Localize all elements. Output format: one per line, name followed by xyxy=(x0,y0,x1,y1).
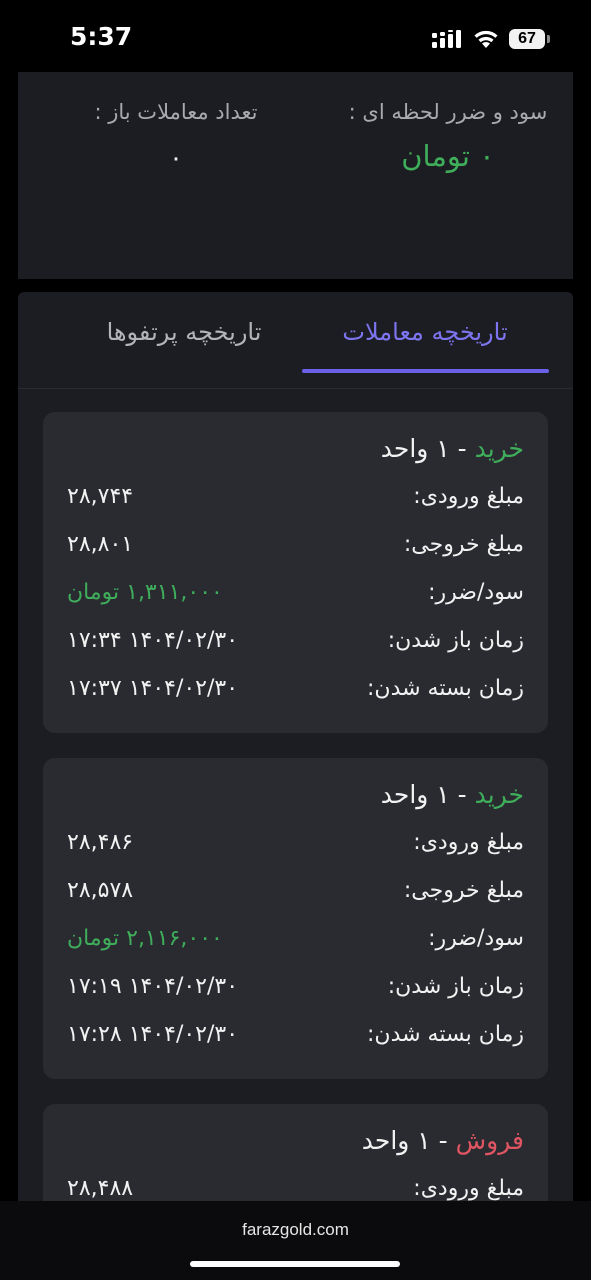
pnl-summary: سود و ضرر لحظه ای : ۰ تومان xyxy=(340,96,556,173)
home-indicator[interactable] xyxy=(190,1261,400,1267)
trade-quantity: - ۱ واحد xyxy=(361,1126,456,1155)
open-time-label: زمان باز شدن: xyxy=(387,974,524,999)
summary-card: سود و ضرر لحظه ای : ۰ تومان تعداد معاملا… xyxy=(18,72,573,279)
close-time-label: زمان بسته شدن: xyxy=(367,1022,524,1047)
battery-icon: 67 xyxy=(509,29,551,49)
exit-price-label: مبلغ خروجی: xyxy=(403,878,524,903)
trade-title: خرید - ۱ واحد xyxy=(381,780,524,809)
close-time-row: زمان بسته شدن: ۱۴۰۴/۰۲/۳۰ ۱۷:۲۸ xyxy=(67,1022,524,1058)
pnl-label: سود و ضرر لحظه ای : xyxy=(348,100,548,124)
trade-quantity: - ۱ واحد xyxy=(380,780,475,809)
entry-price-value: ۲۸,۴۸۶ xyxy=(67,830,134,855)
exit-price-value: ۲۸,۸۰۱ xyxy=(67,532,134,557)
entry-price-label: مبلغ ورودی: xyxy=(413,484,524,509)
exit-price-label: مبلغ خروجی: xyxy=(403,532,524,557)
profit-loss-row: سود/ضرر: ۱,۳۱۱,۰۰۰ تومان xyxy=(67,580,524,616)
url-text[interactable]: farazgold.com xyxy=(0,1220,591,1240)
tab-bar: تاریخچه معاملات تاریخچه پرتفوها xyxy=(18,292,573,389)
exit-price-row: مبلغ خروجی: ۲۸,۸۰۱ xyxy=(67,532,524,568)
trade-title: خرید - ۱ واحد xyxy=(381,434,524,463)
profit-loss-value: ۱,۳۱۱,۰۰۰ تومان xyxy=(67,580,223,605)
entry-price-row: مبلغ ورودی: ۲۸,۷۴۴ xyxy=(67,484,524,520)
pnl-value: ۰ تومان xyxy=(401,139,495,173)
close-time-label: زمان بسته شدن: xyxy=(367,676,524,701)
open-trades-value: ۰ xyxy=(169,143,183,172)
close-time-value: ۱۴۰۴/۰۲/۳۰ ۱۷:۲۸ xyxy=(67,1022,239,1047)
tab-trade-history[interactable]: تاریخچه معاملات xyxy=(302,318,548,346)
trade-card[interactable]: خرید - ۱ واحد مبلغ ورودی: ۲۸,۴۸۶ مبلغ خر… xyxy=(43,758,548,1079)
open-time-value: ۱۴۰۴/۰۲/۳۰ ۱۷:۳۴ xyxy=(67,628,239,653)
exit-price-row: مبلغ خروجی: ۲۸,۵۷۸ xyxy=(67,878,524,914)
close-time-row: زمان بسته شدن: ۱۴۰۴/۰۲/۳۰ ۱۷:۳۷ xyxy=(67,676,524,712)
profit-loss-label: سود/ضرر: xyxy=(428,926,524,951)
cellular-signal-icon xyxy=(432,30,461,48)
trade-side: فروش xyxy=(455,1126,524,1155)
browser-url-bar[interactable]: farazgold.com xyxy=(0,1201,591,1280)
profit-loss-value: ۲,۱۱۶,۰۰۰ تومان xyxy=(67,926,223,951)
entry-price-label: مبلغ ورودی: xyxy=(413,830,524,855)
tab-portfolio-history[interactable]: تاریخچه پرتفوها xyxy=(74,318,294,346)
open-time-label: زمان باز شدن: xyxy=(387,628,524,653)
open-time-value: ۱۴۰۴/۰۲/۳۰ ۱۷:۱۹ xyxy=(67,974,239,999)
trade-side: خرید xyxy=(474,780,524,809)
entry-price-row: مبلغ ورودی: ۲۸,۴۸۶ xyxy=(67,830,524,866)
open-trades-label: تعداد معاملات باز : xyxy=(94,100,258,124)
wifi-icon xyxy=(474,30,498,48)
history-panel: تاریخچه معاملات تاریخچه پرتفوها خرید - ۱… xyxy=(18,292,573,1280)
profit-loss-label: سود/ضرر: xyxy=(428,580,524,605)
open-trades-summary: تعداد معاملات باز : ۰ xyxy=(38,96,314,172)
entry-price-label: مبلغ ورودی: xyxy=(413,1176,524,1201)
entry-price-value: ۲۸,۷۴۴ xyxy=(67,484,134,509)
trade-side: خرید xyxy=(474,434,524,463)
trade-title: فروش - ۱ واحد xyxy=(362,1126,524,1155)
close-time-value: ۱۴۰۴/۰۲/۳۰ ۱۷:۳۷ xyxy=(67,676,239,701)
screen: 5:37 67 سود و ضرر لحظه ای : ۰ تومان تعدا… xyxy=(0,0,591,1280)
battery-level: 67 xyxy=(509,29,545,49)
trade-card[interactable]: خرید - ۱ واحد مبلغ ورودی: ۲۸,۷۴۴ مبلغ خر… xyxy=(43,412,548,733)
profit-loss-row: سود/ضرر: ۲,۱۱۶,۰۰۰ تومان xyxy=(67,926,524,962)
open-time-row: زمان باز شدن: ۱۴۰۴/۰۲/۳۰ ۱۷:۳۴ xyxy=(67,628,524,664)
exit-price-value: ۲۸,۵۷۸ xyxy=(67,878,134,903)
open-time-row: زمان باز شدن: ۱۴۰۴/۰۲/۳۰ ۱۷:۱۹ xyxy=(67,974,524,1010)
status-bar: 5:37 67 xyxy=(0,0,591,72)
active-tab-indicator xyxy=(302,369,549,373)
status-time: 5:37 xyxy=(70,22,133,51)
trade-quantity: - ۱ واحد xyxy=(380,434,475,463)
entry-price-value: ۲۸,۴۸۸ xyxy=(67,1176,134,1201)
